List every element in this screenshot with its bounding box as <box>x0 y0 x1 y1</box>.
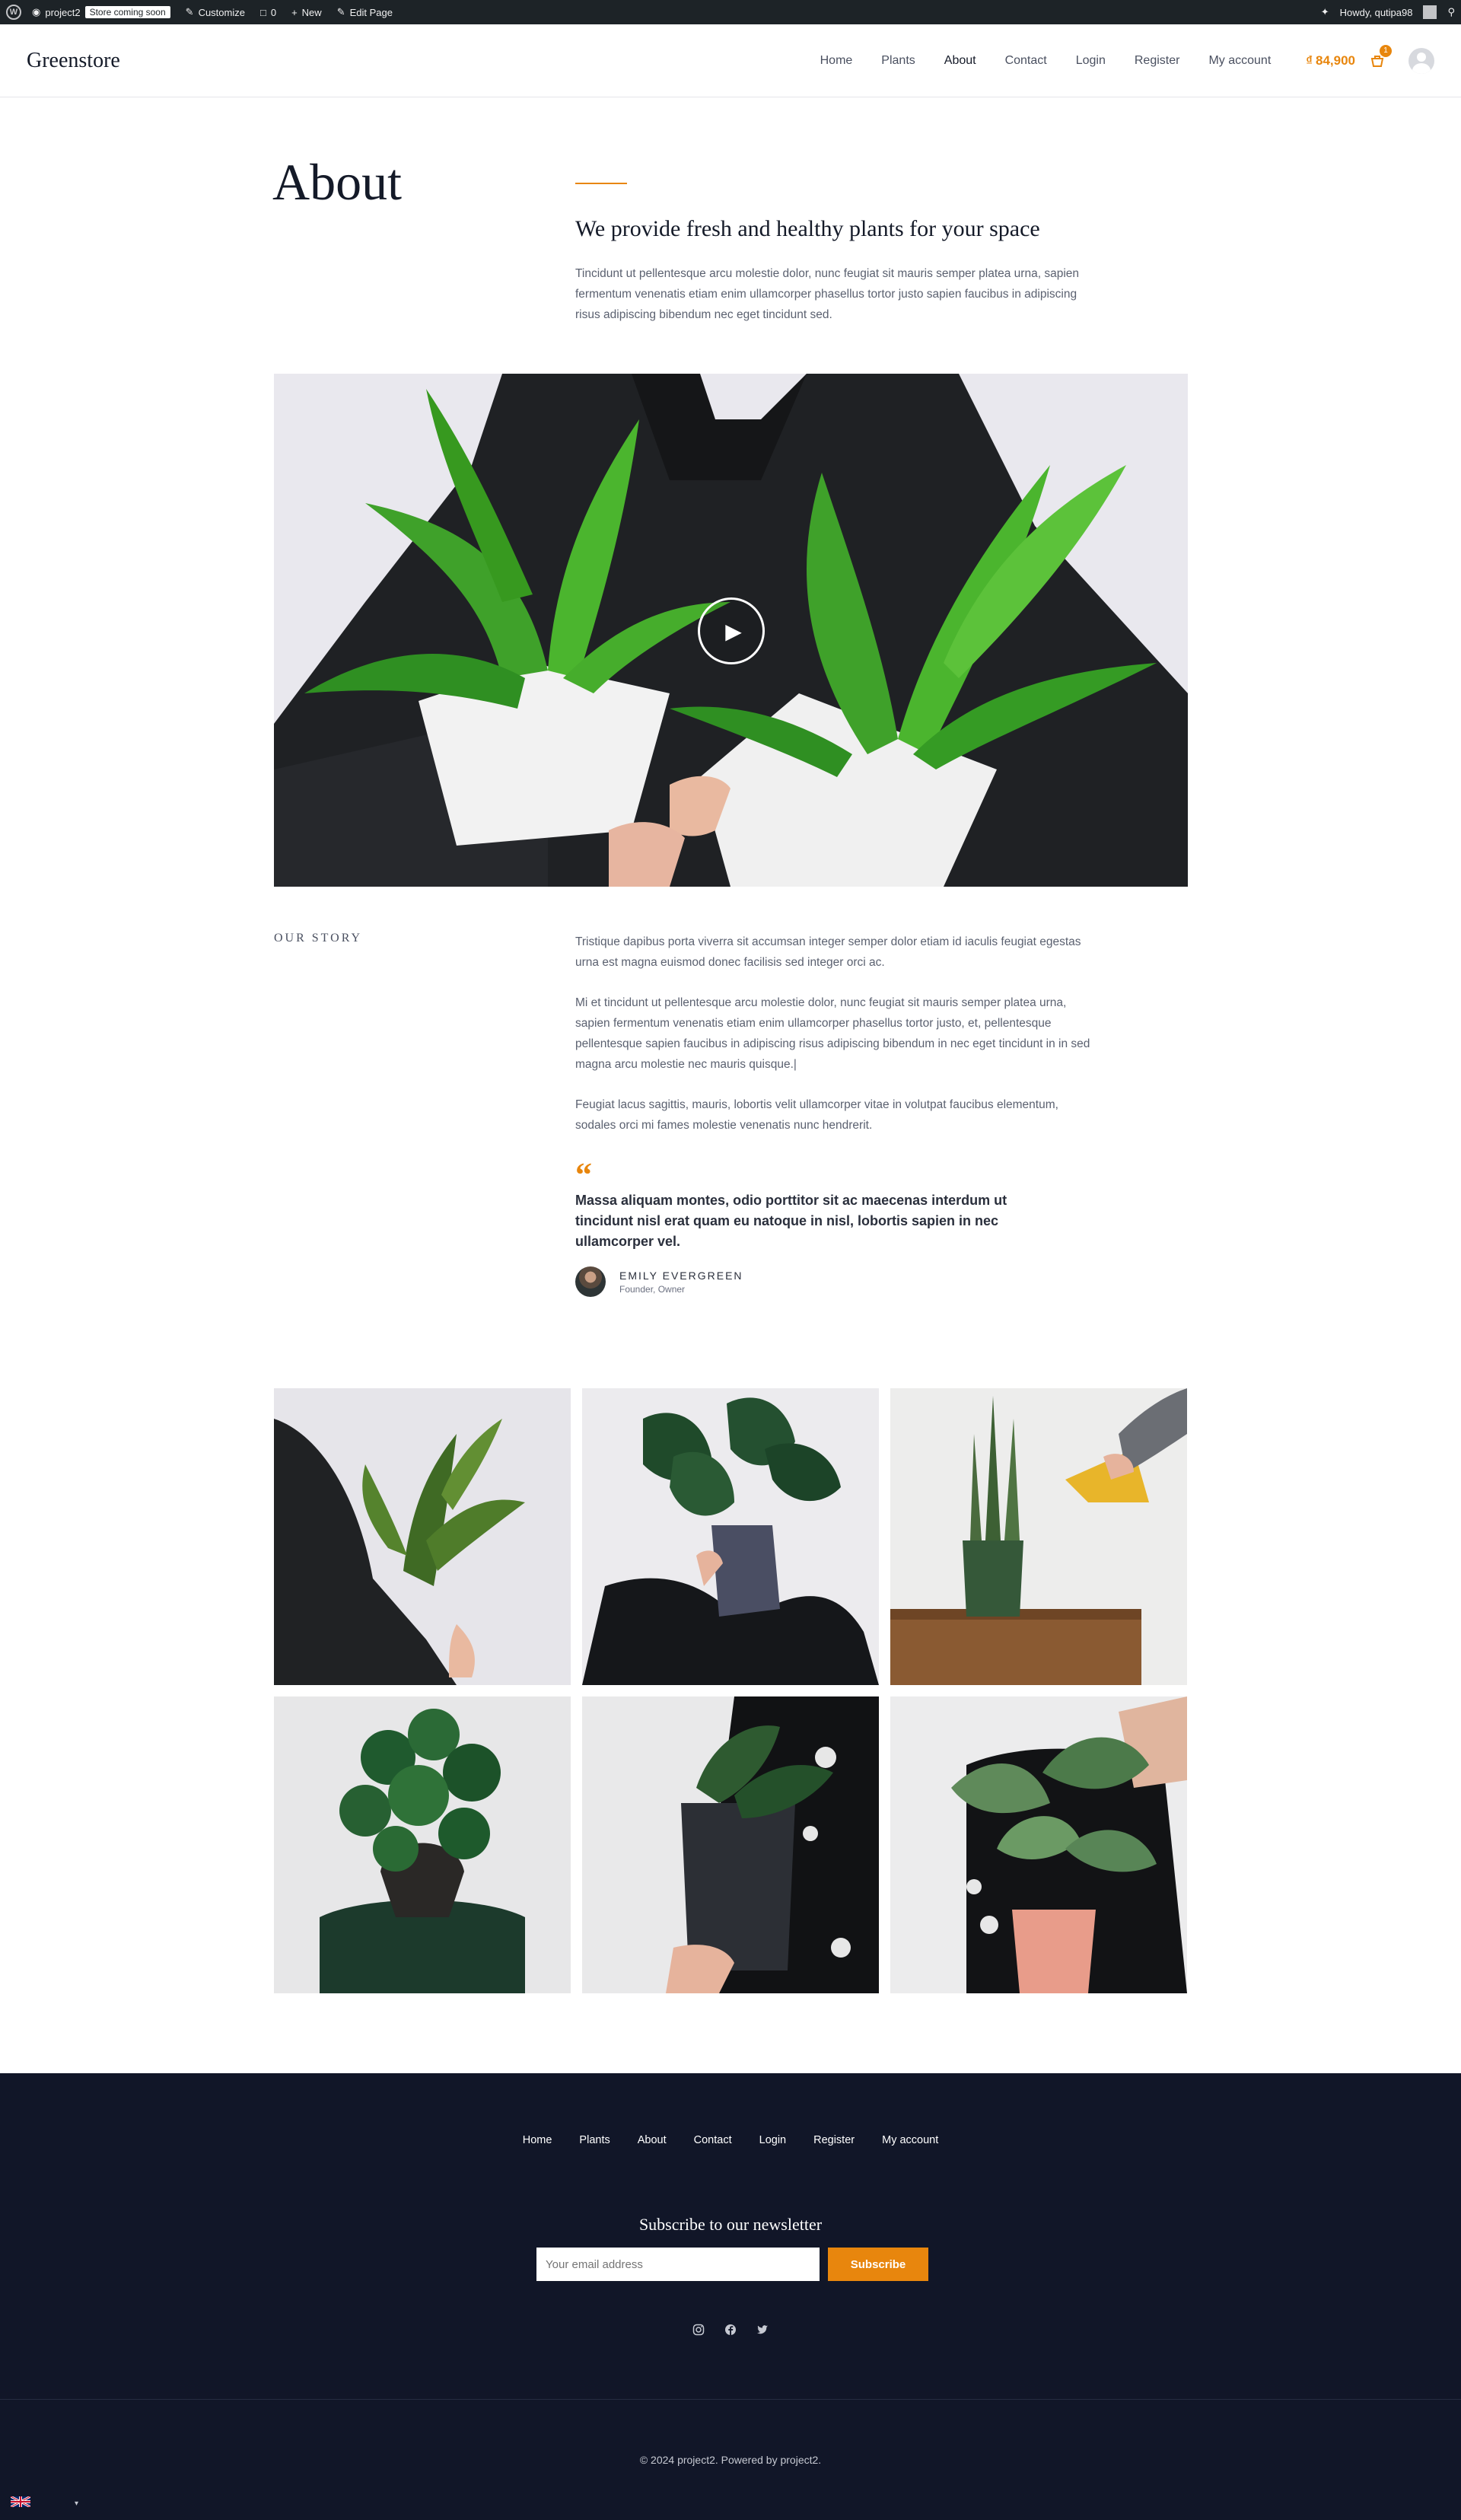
newsletter-title: Subscribe to our newsletter <box>638 2215 823 2234</box>
play-button[interactable]: ▶ <box>698 597 765 664</box>
footer-nav-home[interactable]: Home <box>523 2134 552 2146</box>
store-coming-soon-badge[interactable]: Store coming soon <box>84 6 170 18</box>
currency-symbol: ₫ <box>1306 53 1313 68</box>
nav-login[interactable]: Login <box>1076 54 1106 68</box>
admin-edit-page[interactable]: ✎ Edit Page <box>337 6 393 18</box>
twitter-icon[interactable] <box>756 2323 769 2337</box>
comment-icon: □ <box>259 6 266 18</box>
gallery-photo-fiddle-leaf <box>274 1388 571 1685</box>
nav-contact[interactable]: Contact <box>1005 54 1047 68</box>
social-links <box>0 2323 1461 2337</box>
gallery-image-2 <box>582 1388 879 1685</box>
nav-register[interactable]: Register <box>1135 54 1180 68</box>
footer-nav-about[interactable]: About <box>638 2134 667 2146</box>
site-footer: Home Plants About Contact Login Register… <box>0 2073 1461 2520</box>
instagram-icon[interactable] <box>692 2323 705 2337</box>
admin-new[interactable]: + New <box>291 7 322 18</box>
lead-heading: We provide fresh and healthy plants for … <box>575 216 1040 241</box>
footer-nav-contact[interactable]: Contact <box>694 2134 732 2146</box>
subscribe-button[interactable]: Subscribe <box>828 2248 928 2281</box>
cart-amount: 84,900 <box>1316 53 1355 68</box>
admin-bar: W ◉ project2 Store coming soon ✎ Customi… <box>0 0 1461 24</box>
admin-comments[interactable]: □ 0 <box>260 7 276 18</box>
admin-customize[interactable]: ✎ Customize <box>186 6 245 18</box>
pencil-icon: ✎ <box>336 6 345 18</box>
story-paragraph-3: Feugiat lacus sagittis, mauris, lobortis… <box>575 1098 1058 1132</box>
video-player[interactable]: ▶ <box>274 374 1188 887</box>
site-logo[interactable]: Greenstore <box>27 49 120 73</box>
admin-avatar[interactable] <box>1423 5 1437 19</box>
footer-nav-login[interactable]: Login <box>759 2134 786 2146</box>
cart-icon[interactable]: 1 <box>1369 44 1392 69</box>
gallery-photo-alocasia <box>582 1696 879 1993</box>
footer-nav: Home Plants About Contact Login Register… <box>0 2134 1461 2146</box>
uk-flag-icon <box>11 2496 30 2507</box>
wordpress-icon[interactable]: W <box>6 5 21 20</box>
page-title: About <box>272 153 402 211</box>
user-avatar[interactable] <box>1408 47 1434 74</box>
footer-nav-register[interactable]: Register <box>813 2134 855 2146</box>
play-icon: ▶ <box>725 619 742 643</box>
newsletter-email-input[interactable] <box>536 2248 820 2281</box>
main-nav: Home Plants About Contact Login Register… <box>791 44 1434 74</box>
gallery-image-6 <box>890 1696 1187 1993</box>
author-avatar <box>575 1266 606 1297</box>
language-switcher-arrow[interactable]: ▾ <box>75 2499 78 2508</box>
admin-howdy[interactable]: Howdy, qutipa98 <box>1340 7 1413 18</box>
admin-site-name[interactable]: ◉ project2 Store coming soon <box>32 6 170 18</box>
nav-my-account[interactable]: My account <box>1208 54 1271 68</box>
cart-total[interactable]: ₫ 84,900 <box>1306 53 1355 68</box>
gallery-image-4 <box>274 1696 571 1993</box>
accent-divider <box>575 183 627 184</box>
cart-count-badge: 1 <box>1380 44 1392 57</box>
search-icon[interactable]: ⚲ <box>1447 6 1455 18</box>
footer-nav-my-account[interactable]: My account <box>882 2134 938 2146</box>
nav-home[interactable]: Home <box>820 54 853 68</box>
gallery-photo-snake-plant <box>890 1388 1187 1685</box>
gallery-photo-calathea <box>890 1696 1187 1993</box>
brush-icon: ✎ <box>185 6 194 18</box>
lead-text: Tincidunt ut pellentesque arcu molestie … <box>575 267 1079 321</box>
quote-icon: “ <box>575 1156 592 1193</box>
gallery-image-5 <box>582 1696 879 1993</box>
author-role: Founder, Owner <box>619 1283 686 1295</box>
plus-icon: + <box>291 6 298 18</box>
nav-plants[interactable]: Plants <box>881 54 915 68</box>
gallery-image-1 <box>274 1388 571 1685</box>
dashboard-icon: ◉ <box>32 6 41 18</box>
gallery-photo-pilea <box>274 1696 571 1993</box>
site-header: Greenstore Home Plants About Contact Log… <box>0 24 1461 97</box>
gallery-image-3 <box>890 1388 1187 1685</box>
gallery-photo-anthurium <box>582 1388 879 1685</box>
facebook-icon[interactable] <box>724 2323 737 2337</box>
story-label: OUR STORY <box>274 932 363 945</box>
footer-nav-plants[interactable]: Plants <box>579 2134 610 2146</box>
copyright: © 2024 project2. Powered by project2. <box>639 2454 822 2466</box>
testimonial-author: EMILY EVERGREEN Founder, Owner <box>575 1266 743 1297</box>
testimonial-quote: Massa aliquam montes, odio porttitor sit… <box>575 1193 1007 1249</box>
footer-divider <box>0 2399 1461 2400</box>
story-paragraph-2: Mi et tincidunt ut pellentesque arcu mol… <box>575 996 1090 1071</box>
story-paragraph-1: Tristique dapibus porta viverra sit accu… <box>575 935 1081 969</box>
author-name: EMILY EVERGREEN <box>619 1269 743 1282</box>
language-switcher-flag[interactable] <box>11 2496 30 2507</box>
nav-about[interactable]: About <box>944 54 976 68</box>
sparkle-icon[interactable]: ✦ <box>1321 6 1329 18</box>
